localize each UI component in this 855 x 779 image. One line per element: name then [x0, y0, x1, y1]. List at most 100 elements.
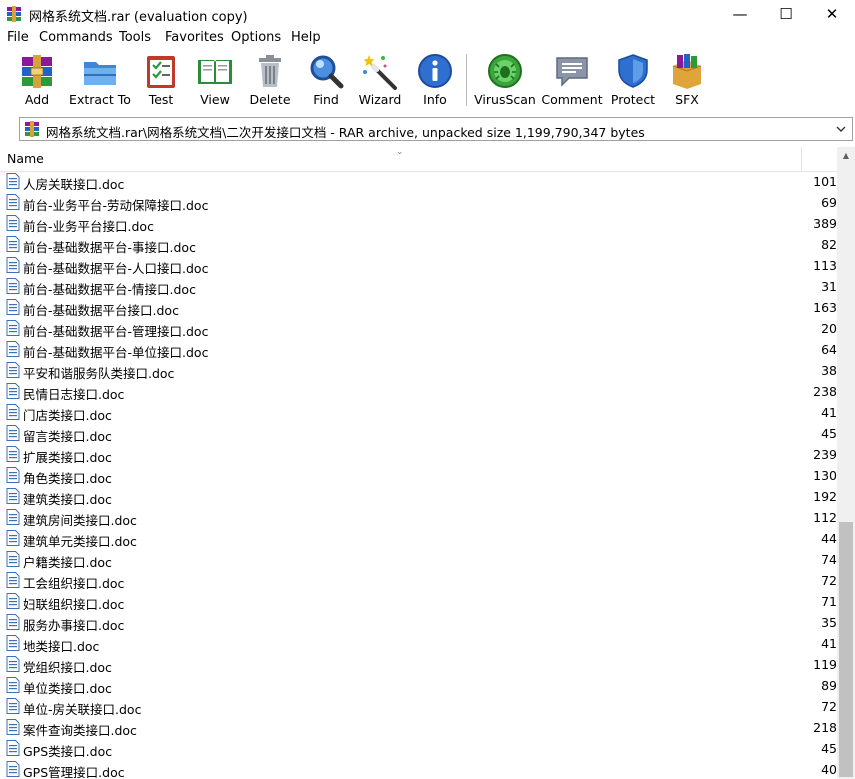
- menu-tools[interactable]: Tools: [119, 30, 151, 45]
- table-row[interactable]: 建筑房间类接口.doc 112: [0, 507, 837, 528]
- title-bar: 网格系统文档.rar (evaluation copy) — ☐ ✕: [0, 0, 855, 28]
- menu-file[interactable]: File: [7, 30, 29, 45]
- file-name: 案件查询类接口.doc: [23, 723, 137, 738]
- view-book-icon: [198, 60, 232, 84]
- table-row[interactable]: 角色类接口.doc 130: [0, 465, 837, 486]
- vertical-scrollbar[interactable]: ▲: [837, 147, 855, 779]
- delete-button[interactable]: Delete: [249, 52, 291, 110]
- table-row[interactable]: 扩展类接口.doc 239: [0, 444, 837, 465]
- comment-button[interactable]: Comment: [541, 52, 603, 110]
- doc-file-icon: [6, 299, 20, 315]
- maximize-button[interactable]: ☐: [763, 0, 809, 28]
- minimize-button[interactable]: —: [717, 0, 763, 28]
- file-name: GPS类接口.doc: [23, 744, 113, 759]
- file-size: 239: [813, 447, 837, 462]
- file-size: 218: [813, 720, 837, 735]
- file-name: 留言类接口.doc: [23, 429, 112, 444]
- table-row[interactable]: 党组织接口.doc 119: [0, 654, 837, 675]
- column-header-name[interactable]: Name: [7, 151, 44, 166]
- table-row[interactable]: 妇联组织接口.doc 71: [0, 591, 837, 612]
- table-row[interactable]: GPS类接口.doc 45: [0, 738, 837, 759]
- virus-scan-icon: [488, 54, 522, 88]
- file-name: 建筑类接口.doc: [23, 492, 112, 507]
- close-button[interactable]: ✕: [809, 0, 855, 28]
- scroll-up-button[interactable]: ▲: [837, 147, 855, 164]
- toolbar: Add Extract To Test View Delete Find Wiz…: [0, 48, 855, 114]
- file-name: 人房关联接口.doc: [23, 177, 125, 192]
- wizard-button[interactable]: Wizard: [358, 52, 402, 110]
- protect-button[interactable]: Protect: [610, 52, 656, 110]
- virusscan-label: VirusScan: [474, 92, 536, 107]
- doc-file-icon: [6, 635, 20, 651]
- file-size: 74: [821, 552, 837, 567]
- table-row[interactable]: GPS管理接口.doc 40: [0, 759, 837, 779]
- table-row[interactable]: 留言类接口.doc 45: [0, 423, 837, 444]
- table-row[interactable]: 前台-基础数据平台-情接口.doc 31: [0, 276, 837, 297]
- doc-file-icon: [6, 362, 20, 378]
- file-size: 20: [821, 321, 837, 336]
- table-row[interactable]: 工会组织接口.doc 72: [0, 570, 837, 591]
- view-label: View: [200, 92, 230, 107]
- table-row[interactable]: 前台-业务平台接口.doc 389: [0, 213, 837, 234]
- file-size: 192: [813, 489, 837, 504]
- doc-file-icon: [6, 446, 20, 462]
- menu-commands[interactable]: Commands: [39, 30, 113, 45]
- file-name: 服务办事接口.doc: [23, 618, 125, 633]
- test-button[interactable]: Test: [141, 52, 181, 110]
- file-size: 71: [821, 594, 837, 609]
- table-row[interactable]: 案件查询类接口.doc 218: [0, 717, 837, 738]
- table-row[interactable]: 前台-基础数据平台接口.doc 163: [0, 297, 837, 318]
- info-button[interactable]: Info: [416, 52, 454, 110]
- table-row[interactable]: 前台-基础数据平台-单位接口.doc 64: [0, 339, 837, 360]
- table-row[interactable]: 前台-基础数据平台-管理接口.doc 20: [0, 318, 837, 339]
- sfx-button[interactable]: SFX: [667, 52, 707, 110]
- table-row[interactable]: 门店类接口.doc 41: [0, 402, 837, 423]
- find-button[interactable]: Find: [306, 52, 346, 110]
- table-row[interactable]: 建筑类接口.doc 192: [0, 486, 837, 507]
- comment-label: Comment: [541, 92, 603, 107]
- extract-to-label: Extract To: [69, 92, 131, 107]
- table-row[interactable]: 前台-基础数据平台-人口接口.doc 113: [0, 255, 837, 276]
- file-size: 41: [821, 636, 837, 651]
- doc-file-icon: [6, 656, 20, 672]
- column-divider[interactable]: [801, 147, 802, 171]
- table-row[interactable]: 前台-基础数据平台-事接口.doc 82: [0, 234, 837, 255]
- file-name: 前台-基础数据平台接口.doc: [23, 303, 179, 318]
- doc-file-icon: [6, 677, 20, 693]
- view-button[interactable]: View: [193, 52, 237, 110]
- table-row[interactable]: 单位-房关联接口.doc 72: [0, 696, 837, 717]
- magic-wand-icon: [363, 55, 397, 90]
- add-archive-icon: [22, 55, 52, 88]
- chevron-down-icon[interactable]: [834, 121, 848, 137]
- table-row[interactable]: 民情日志接口.doc 238: [0, 381, 837, 402]
- virusscan-button[interactable]: VirusScan: [474, 52, 536, 110]
- address-bar[interactable]: 网格系统文档.rar\网格系统文档\二次开发接口文档 - RAR archive…: [19, 117, 853, 141]
- file-size: 35: [821, 615, 837, 630]
- sfx-label: SFX: [675, 92, 699, 107]
- menu-favorites[interactable]: Favorites: [165, 30, 224, 45]
- add-button[interactable]: Add: [16, 52, 58, 110]
- scroll-thumb[interactable]: [839, 522, 853, 777]
- file-name: 扩展类接口.doc: [23, 450, 112, 465]
- file-name: 妇联组织接口.doc: [23, 597, 125, 612]
- menu-bar: File Commands Tools Favorites Options He…: [0, 28, 855, 48]
- table-row[interactable]: 户籍类接口.doc 74: [0, 549, 837, 570]
- table-row[interactable]: 人房关联接口.doc 101: [0, 171, 837, 192]
- doc-file-icon: [6, 551, 20, 567]
- file-size: 31: [821, 279, 837, 294]
- extract-to-button[interactable]: Extract To: [68, 52, 132, 110]
- file-size: 64: [821, 342, 837, 357]
- table-row[interactable]: 单位类接口.doc 89: [0, 675, 837, 696]
- archive-icon: [25, 121, 39, 137]
- menu-help[interactable]: Help: [291, 30, 321, 45]
- table-row[interactable]: 地类接口.doc 41: [0, 633, 837, 654]
- file-name: 前台-基础数据平台-情接口.doc: [23, 282, 196, 297]
- table-row[interactable]: 前台-业务平台-劳动保障接口.doc 69: [0, 192, 837, 213]
- doc-file-icon: [6, 530, 20, 546]
- menu-options[interactable]: Options: [231, 30, 281, 45]
- file-size: 72: [821, 573, 837, 588]
- table-row[interactable]: 建筑单元类接口.doc 44: [0, 528, 837, 549]
- file-name: 门店类接口.doc: [23, 408, 112, 423]
- table-row[interactable]: 平安和谐服务队类接口.doc 38: [0, 360, 837, 381]
- table-row[interactable]: 服务办事接口.doc 35: [0, 612, 837, 633]
